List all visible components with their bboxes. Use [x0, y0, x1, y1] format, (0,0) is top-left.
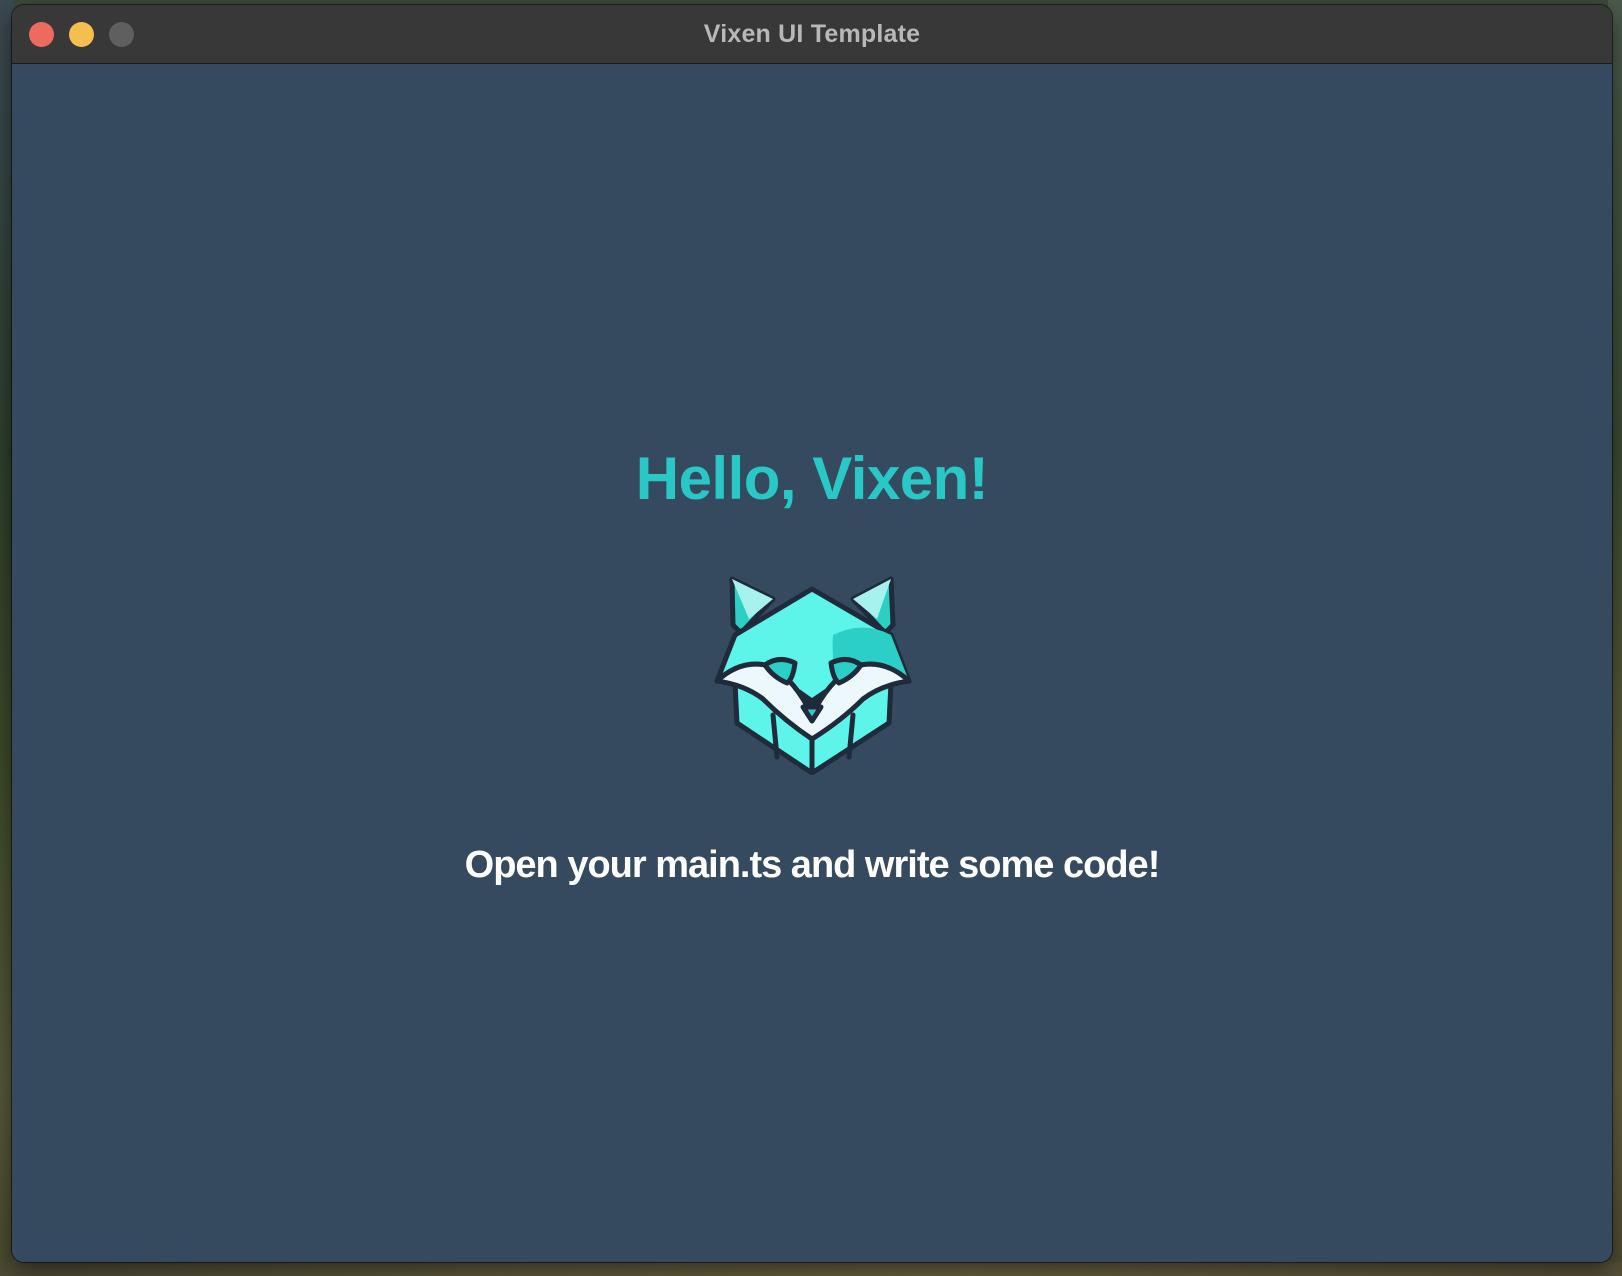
page-subtitle: Open your main.ts and write some code! [464, 844, 1161, 886]
vixen-fox-logo-icon [713, 575, 913, 776]
desktop-wallpaper-bottom [0, 1262, 1622, 1276]
window-title: Vixen UI Template [703, 20, 921, 48]
main-content: Hello, Vixen! Open your main.ts and writ… [12, 64, 1612, 1262]
app-window: Vixen UI Template Hello, Vixen! Open you… [12, 5, 1612, 1262]
window-titlebar[interactable]: Vixen UI Template [12, 5, 1612, 64]
page-heading: Hello, Vixen! [635, 445, 989, 512]
